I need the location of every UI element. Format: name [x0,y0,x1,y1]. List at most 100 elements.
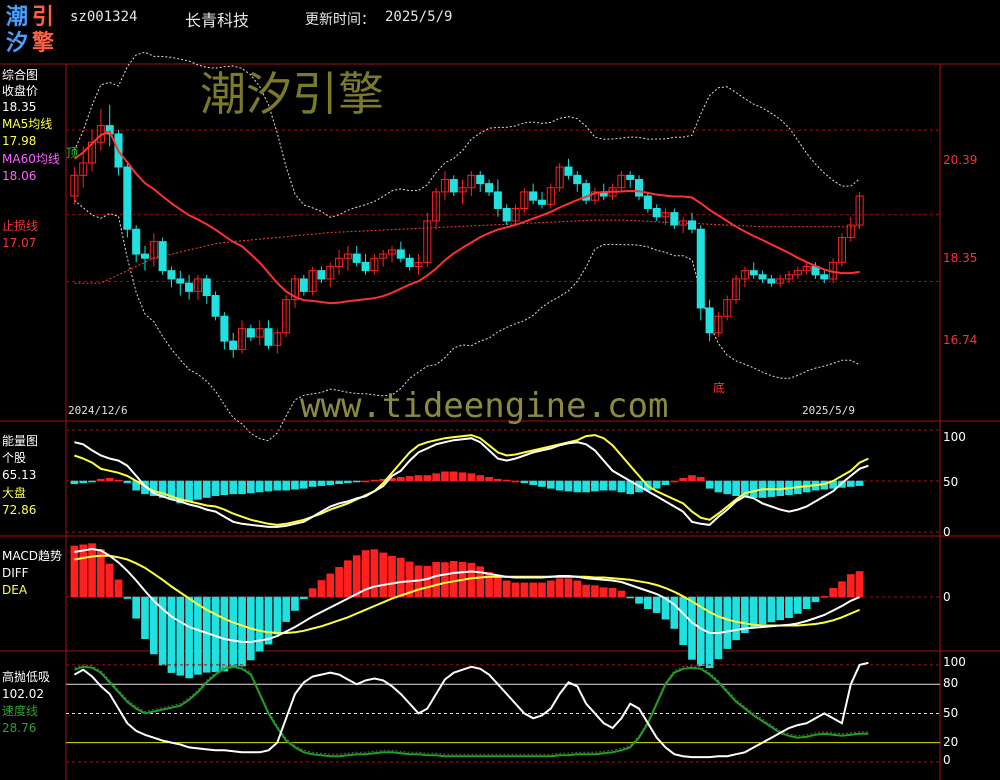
candle [493,179,502,217]
candle [485,179,494,197]
energy-bar [749,480,758,498]
macd-bar [511,582,520,598]
macd-bar [132,596,140,619]
candle-body [529,191,538,201]
candle [573,171,582,192]
energy-bar [476,475,485,482]
candle-body [485,183,494,193]
energy-bar [291,480,299,490]
start-date: 2024/12/6 [68,404,128,417]
macd-bar [467,562,476,598]
bottom-marker: 底 [713,381,726,395]
main-panel-title: 综合图 [2,68,39,82]
macd-bar [546,580,555,598]
candle [370,254,379,275]
macd-bar [344,560,352,598]
macd-bar [626,596,635,599]
macd-bar [591,585,599,598]
macd-bar [326,573,335,598]
energy-bar [652,480,661,489]
candle [326,262,335,288]
candle-body [670,212,679,226]
macd-diff-line [74,547,860,643]
macd-bar [220,596,229,672]
energy-bar [282,480,290,491]
candle [423,212,432,267]
macd-bar [846,574,855,598]
energy-bar [211,480,220,496]
candle [537,191,547,209]
candle [617,171,626,192]
candle-body [652,207,661,218]
candle [564,158,573,180]
energy-bar [432,473,440,482]
energy-bar [555,480,564,491]
end-date: 2025/5/9 [802,404,855,417]
macd-bar [555,578,564,598]
macd-bar [449,560,458,598]
ma5-label: MA5均线 [2,117,53,131]
candle-body [502,207,511,222]
energy-bar [714,480,723,493]
energy-bar [705,480,714,489]
price-tick: 16.74 [943,333,978,347]
energy-tick: 50 [943,475,959,489]
candle [123,162,132,238]
macd-bar [564,578,573,598]
candle [414,254,423,275]
candle-body [167,270,176,280]
energy-bar [732,480,740,496]
candle [820,270,829,284]
candle [70,167,79,205]
candle [273,328,282,354]
candle-body [211,295,220,317]
candle-body [176,278,185,284]
candle-body [635,178,644,197]
candle [308,266,317,296]
energy-bar [414,475,423,482]
macd-bar [758,596,767,625]
ma5-value: 17.98 [2,134,37,148]
energy-bar [467,473,476,482]
close-value: 18.35 [2,100,37,114]
energy-bar [105,477,114,482]
candle [643,191,652,213]
energy-bar [511,480,520,483]
candle [167,266,176,288]
energy-bar [502,479,511,482]
macd-panel [66,543,940,679]
candle [88,129,97,172]
energy-bar [361,480,370,483]
candle [529,183,538,205]
energy-bar [317,480,326,486]
energy-bar [70,480,79,485]
macd-bar [688,596,696,660]
candle [379,249,388,267]
macd-bar [679,596,687,646]
candle [714,312,723,337]
candle-body [352,253,361,263]
macd-bar [776,596,785,621]
candle [502,204,511,226]
energy-bar [344,480,352,484]
macd-bar [617,590,626,598]
candle [626,171,635,188]
macd-bar [335,566,343,598]
candle [767,274,776,288]
macd-bar [317,580,326,598]
candle [396,241,405,263]
energy-bar [449,471,458,482]
candle [405,254,414,271]
candle-body [202,278,211,297]
tide-tick: 100 [943,655,966,669]
price-tick: 20.39 [943,153,978,167]
macd-diff-label: DIFF [2,566,29,580]
energy-bar [564,480,573,492]
tide-panel [66,661,940,763]
close-label: 收盘价 [2,84,39,98]
macd-bar [432,561,440,598]
candle [229,332,238,358]
candle-body [299,278,308,292]
candle [846,216,855,242]
candle [193,274,202,300]
